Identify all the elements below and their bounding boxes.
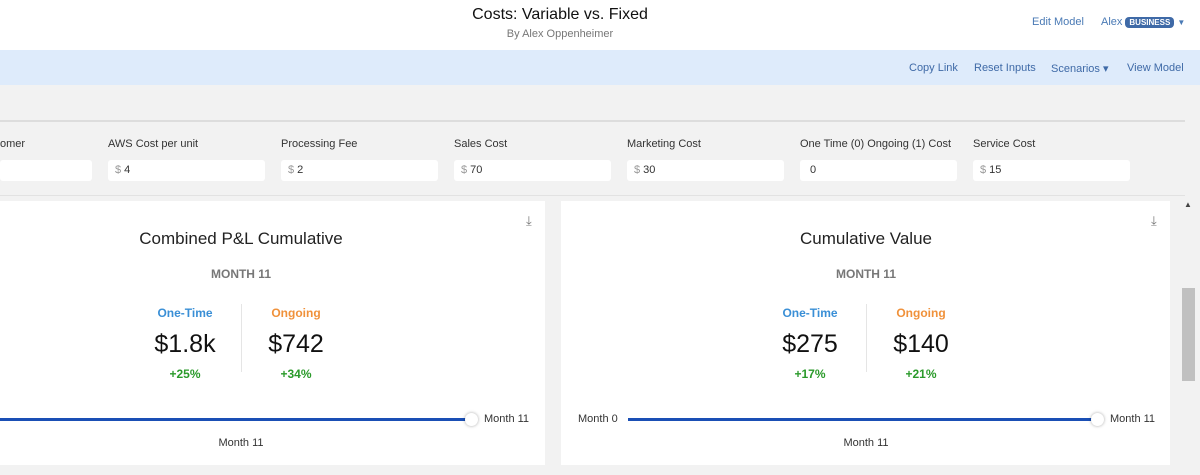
input-label: One Time (0) Ongoing (1) Cost: [800, 138, 952, 150]
input-label: Service Cost: [973, 138, 1036, 150]
ongoing-label: Ongoing: [896, 306, 946, 320]
scenarios-dropdown[interactable]: Scenarios ▾: [1051, 62, 1109, 75]
input-group: Processing Fee $2: [281, 138, 438, 181]
input-field[interactable]: 0: [800, 160, 957, 181]
currency-symbol: $: [115, 164, 122, 176]
input-field[interactable]: $2: [281, 160, 438, 181]
month-slider-track[interactable]: [628, 418, 1097, 421]
ongoing-label: Ongoing: [271, 306, 321, 320]
one-time-value: $275: [782, 330, 838, 358]
page-title: Costs: Variable vs. Fixed: [472, 6, 648, 23]
input-value: 15: [989, 164, 1002, 176]
current-month: MONTH 11: [210, 267, 271, 281]
metric-card: ⤓ Combined P&L Cumulative MONTH 11 One-T…: [0, 201, 545, 465]
input-field[interactable]: $30: [627, 160, 784, 181]
currency-symbol: $: [634, 164, 641, 176]
input-label: Processing Fee: [281, 138, 358, 150]
one-time-label: One-Time: [157, 306, 213, 320]
currency-symbol: $: [288, 164, 295, 176]
input-label: Sales Cost: [454, 138, 508, 150]
one-time-value: $1.8k: [154, 330, 216, 358]
input-label: AWS Cost per unit: [108, 138, 199, 150]
user-menu[interactable]: Alex BUSINESS ▼: [1101, 16, 1185, 28]
reset-inputs-button[interactable]: Reset Inputs: [974, 62, 1036, 74]
slider-end-label: Month 11: [1110, 413, 1156, 425]
month-slider-handle[interactable]: [1091, 413, 1104, 426]
input-field[interactable]: $4: [108, 160, 265, 181]
one-time-change: +17%: [794, 367, 826, 381]
one-time-label: One-Time: [782, 306, 838, 320]
input-field[interactable]: [0, 160, 92, 181]
ongoing-change: +34%: [280, 367, 312, 381]
input-value: 0: [810, 164, 817, 176]
input-group: One Time (0) Ongoing (1) Cost 0: [800, 138, 957, 181]
input-group: Service Cost $15: [973, 138, 1130, 181]
scrollbar[interactable]: ▲: [1180, 196, 1198, 475]
view-model-button[interactable]: View Model: [1127, 62, 1184, 74]
input-value: 2: [297, 164, 304, 176]
metric-card: ⤓ Cumulative Value MONTH 11 One-Time $275…: [561, 201, 1170, 465]
author: By Alex Oppenheimer: [506, 28, 614, 40]
month-slider-handle[interactable]: [465, 413, 478, 426]
currency-symbol: $: [980, 164, 987, 176]
download-icon[interactable]: ⤓: [1151, 213, 1157, 229]
slider-start-label: Month 0: [578, 413, 618, 425]
scroll-up-icon[interactable]: ▲: [1184, 200, 1192, 209]
card-title: Cumulative Value: [800, 229, 932, 248]
copy-link-button[interactable]: Copy Link: [909, 62, 958, 74]
input-value: 30: [643, 164, 656, 176]
divider: [0, 120, 1185, 122]
slider-value: Month 11: [218, 437, 264, 449]
user-name: Alex: [1101, 16, 1123, 28]
chevron-down-icon: ▼: [1177, 18, 1186, 27]
card-title: Combined P&L Cumulative: [139, 229, 343, 248]
input-label: omer: [0, 138, 26, 150]
header: Costs: Variable vs. Fixed By Alex Oppenh…: [0, 0, 1200, 50]
month-slider-track[interactable]: [0, 418, 471, 421]
slider-value: Month 11: [843, 437, 889, 449]
download-icon[interactable]: ⤓: [526, 213, 532, 229]
one-time-change: +25%: [169, 367, 201, 381]
input-field[interactable]: $15: [973, 160, 1130, 181]
divider: [0, 195, 1185, 196]
current-month: MONTH 11: [835, 267, 896, 281]
edit-model-link[interactable]: Edit Model: [1032, 16, 1084, 28]
plan-badge: BUSINESS: [1125, 17, 1175, 28]
input-label: Marketing Cost: [627, 138, 701, 150]
currency-symbol: $: [461, 164, 468, 176]
ongoing-change: +21%: [905, 367, 937, 381]
toolbar: Copy Link Reset Inputs Scenarios ▾ View …: [0, 50, 1200, 85]
input-group: Sales Cost $70: [454, 138, 611, 181]
ongoing-value: $140: [893, 330, 949, 358]
input-field[interactable]: $70: [454, 160, 611, 181]
slider-end-label: Month 11: [484, 413, 530, 425]
ongoing-value: $742: [268, 330, 324, 358]
input-value: 70: [470, 164, 483, 176]
input-value: 4: [124, 164, 131, 176]
scrollbar-thumb[interactable]: [1182, 288, 1195, 381]
input-group: Marketing Cost $30: [627, 138, 784, 181]
input-group: omer: [0, 138, 92, 181]
input-group: AWS Cost per unit $4: [108, 138, 265, 181]
